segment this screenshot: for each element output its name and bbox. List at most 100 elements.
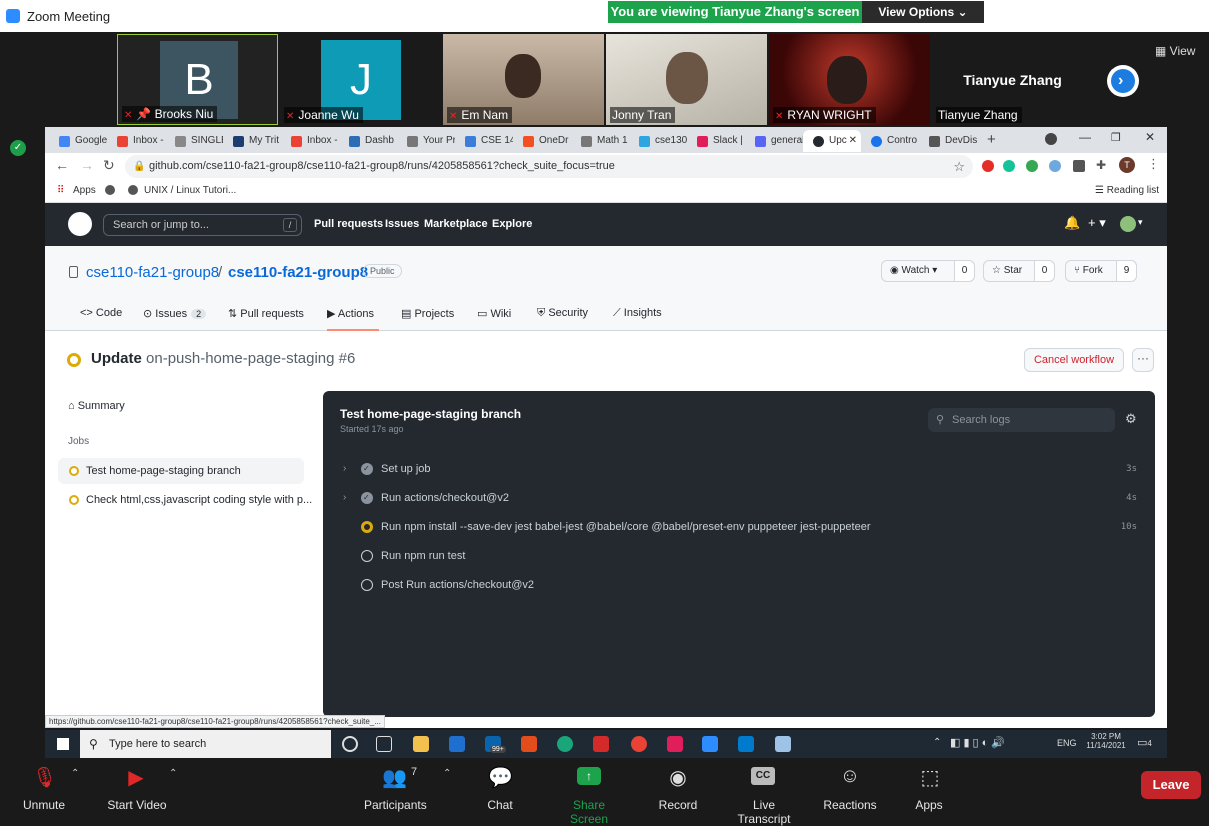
video-off-icon[interactable]: ▶ (124, 765, 148, 789)
browser-tab[interactable]: Contro (861, 130, 919, 152)
task-view-icon[interactable] (376, 736, 392, 752)
chevron-up-icon[interactable]: ⌃ (443, 768, 451, 779)
browser-tab[interactable]: My Trit (223, 130, 281, 152)
watch-button[interactable]: ◉ Watch ▾ 0 (881, 260, 975, 282)
chat-button[interactable]: Chat (485, 798, 515, 812)
browser-tab[interactable]: Inbox - (107, 130, 165, 152)
browser-tab[interactable]: Math 1 (571, 130, 629, 152)
live-transcript-button[interactable]: Live Transcript (725, 798, 803, 826)
browser-tab[interactable]: SINGLE (165, 130, 223, 152)
grammarly-icon[interactable] (1003, 160, 1015, 172)
browser-tab[interactable]: Inbox - (281, 130, 339, 152)
fork-button[interactable]: ⑂ Fork 9 (1065, 260, 1137, 282)
extension-icon[interactable] (982, 160, 994, 172)
office-icon[interactable] (521, 736, 537, 752)
back-icon[interactable]: ← (55, 157, 69, 173)
log-step[interactable]: Run npm install --save-dev jest babel-je… (323, 513, 1155, 541)
browser-tab[interactable]: cse130 (629, 130, 687, 152)
forward-icon[interactable]: → (80, 157, 94, 173)
log-step[interactable]: Post Run actions/checkout@v2 (323, 571, 1155, 599)
record-button[interactable]: Record (657, 798, 699, 812)
browser-tab[interactable]: Slack | (687, 130, 745, 152)
search-logs-input[interactable]: ⚲ Search logs (928, 408, 1115, 432)
nav-issues[interactable]: Issues (385, 218, 419, 230)
slack-icon[interactable] (667, 736, 683, 752)
tray-icons[interactable]: ◧ ▮ ▯ ◐ 🔊 (950, 736, 1005, 749)
log-step[interactable]: Run npm run test (323, 542, 1155, 570)
tab-security[interactable]: ⛨ Security (537, 307, 588, 331)
browser-tab[interactable]: general (745, 130, 803, 152)
tray-chevron-icon[interactable]: ⌃ (933, 737, 941, 748)
participant-tile[interactable]: Tianyue Zhang Tianyue Zhang (932, 34, 1093, 125)
chrome-icon[interactable] (631, 736, 647, 752)
apps-icon[interactable]: ⬚ (918, 765, 942, 789)
github-logo-icon[interactable] (68, 212, 92, 236)
chevron-up-icon[interactable]: ⌃ (169, 768, 177, 779)
extension-icon[interactable] (1026, 160, 1038, 172)
edge-icon[interactable] (557, 736, 573, 752)
puzzle-icon[interactable]: ✚ (1096, 158, 1106, 172)
unmute-button[interactable]: Unmute (22, 798, 66, 812)
kebab-menu-icon[interactable]: ⋮ (1147, 156, 1160, 172)
extension-icon[interactable] (1073, 160, 1085, 172)
browser-tab[interactable]: DevDis (919, 130, 977, 152)
bell-icon[interactable]: 🔔 (1064, 215, 1080, 231)
log-step[interactable]: › Set up job 3s (323, 455, 1155, 483)
participant-tile[interactable]: J ✕ Joanne Wu (280, 34, 441, 125)
chat-icon[interactable]: 💬 (488, 765, 513, 789)
tab-code[interactable]: <> Code (80, 307, 122, 331)
participant-tile[interactable]: ✕ Em Nam (443, 34, 604, 125)
address-bar[interactable]: 🔒 github.com/cse110-fa21-group8/cse110-f… (125, 155, 973, 178)
github-search-input[interactable]: Search or jump to... / (103, 214, 302, 236)
participant-tile[interactable]: ✕ RYAN WRIGHT (769, 34, 930, 125)
cancel-workflow-button[interactable]: Cancel workflow (1024, 348, 1124, 372)
nav-pull-requests[interactable]: Pull requests (314, 218, 383, 230)
close-window-icon[interactable]: ✕ (1145, 130, 1155, 144)
gallery-view-button[interactable]: ▦ View (1155, 44, 1195, 58)
apps-button[interactable]: Apps (914, 798, 944, 812)
participants-icon[interactable]: 👥 (382, 765, 407, 789)
new-tab-icon[interactable]: + (987, 131, 996, 148)
app-icon[interactable] (775, 736, 791, 752)
bookmark-star-icon[interactable]: ☆ (953, 155, 965, 178)
star-button[interactable]: ☆ Star 0 (983, 260, 1055, 282)
chevron-up-icon[interactable]: ⌃ (71, 768, 79, 779)
close-tab-icon[interactable]: ✕ (849, 130, 857, 152)
nav-explore[interactable]: Explore (492, 218, 532, 230)
tab-projects[interactable]: ▤ Projects (401, 307, 454, 331)
tab-issues[interactable]: ⊙ Issues 2 (143, 307, 207, 331)
minimize-icon[interactable]: — (1079, 130, 1091, 144)
summary-link[interactable]: ⌂ Summary (68, 400, 125, 412)
bookmark-unix[interactable]: UNIX / Linux Tutori... (144, 185, 236, 196)
windows-start-icon[interactable] (57, 738, 69, 750)
participants-button[interactable]: Participants (364, 798, 427, 812)
notification-icon[interactable]: ▭4 (1137, 736, 1152, 749)
share-screen-icon[interactable]: ↑ (577, 767, 601, 785)
closed-caption-icon[interactable]: CC (751, 767, 775, 785)
nav-marketplace[interactable]: Marketplace (424, 218, 488, 230)
share-screen-button[interactable]: Share Screen (553, 798, 625, 826)
extension-icon[interactable] (1049, 160, 1061, 172)
start-video-button[interactable]: Start Video (107, 798, 167, 812)
app-icon[interactable] (593, 736, 609, 752)
repo-name-link[interactable]: cse110-fa21-group8 (228, 264, 368, 281)
clock[interactable]: 3:02 PM 11/14/2021 (1081, 732, 1131, 750)
more-options-button[interactable]: ··· (1132, 348, 1154, 372)
reading-list-button[interactable]: ☰ Reading list (1095, 185, 1159, 196)
reload-icon[interactable]: ↻ (103, 157, 115, 174)
plus-dropdown-icon[interactable]: + ▾ (1088, 215, 1106, 231)
zoom-icon[interactable] (702, 736, 718, 752)
leave-button[interactable]: Leave (1141, 771, 1201, 799)
participant-tile[interactable]: Jonny Tran (606, 34, 767, 125)
record-icon[interactable]: ◉ (666, 765, 690, 789)
cortana-icon[interactable] (342, 736, 358, 752)
reactions-icon[interactable]: ☺ (838, 765, 862, 787)
browser-tab[interactable]: Dashb (339, 130, 397, 152)
browser-tab[interactable]: OneDr (513, 130, 571, 152)
file-explorer-icon[interactable] (413, 736, 429, 752)
user-avatar[interactable] (1120, 216, 1136, 232)
tab-search-icon[interactable] (1045, 133, 1057, 145)
language-indicator[interactable]: ENG (1057, 738, 1077, 748)
restore-icon[interactable]: ❐ (1111, 131, 1121, 144)
store-icon[interactable] (449, 736, 465, 752)
